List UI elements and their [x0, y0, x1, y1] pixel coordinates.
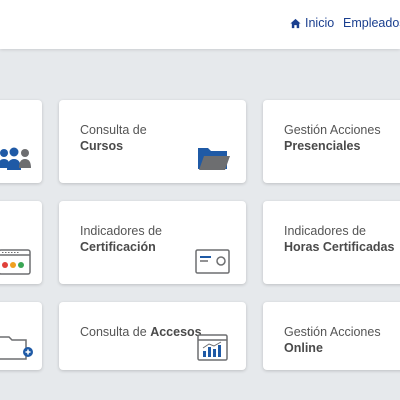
- card-title: Consulta de Cursos: [80, 122, 147, 154]
- card-title-line1: Gestión Acciones: [284, 325, 381, 339]
- card-consulta-accesos[interactable]: Consulta de Accesos: [59, 302, 246, 370]
- card-title-prefix: Consulta de: [80, 325, 151, 339]
- chart-window-icon: [197, 334, 228, 361]
- top-navbar: Inicio Empleados: [0, 0, 400, 49]
- nav-home-link[interactable]: Inicio: [290, 16, 334, 30]
- home-icon: [290, 18, 301, 28]
- card-title: Gestión Acciones Online: [284, 324, 381, 356]
- certificate-icon: [195, 249, 230, 274]
- card-title-line1: Consulta de: [80, 123, 147, 137]
- users-icon: [0, 147, 31, 170]
- card-folder-add-partial[interactable]: [0, 302, 42, 370]
- folder-icon: [198, 148, 230, 170]
- card-title-line2: Certificación: [80, 240, 156, 254]
- nav-employees-link[interactable]: Empleados: [343, 16, 400, 30]
- card-title-line1: Indicadores de: [284, 224, 367, 238]
- card-indicadores-certificacion[interactable]: Indicadores de Certificación: [59, 201, 246, 284]
- card-title-bold: Accesos: [150, 325, 202, 339]
- card-gestion-presenciales[interactable]: Gestión Acciones Presenciales: [263, 100, 400, 183]
- nav-home-label: Inicio: [305, 16, 335, 30]
- card-consulta-cursos[interactable]: Consulta de Cursos: [59, 100, 246, 183]
- card-title-line1: Indicadores de: [80, 224, 163, 238]
- card-title: Indicadores de Certificación: [80, 223, 162, 255]
- card-title: Consulta de Accesos: [80, 324, 202, 340]
- card-title: Gestión Acciones Presenciales: [284, 122, 381, 154]
- card-users-partial[interactable]: [0, 100, 42, 183]
- card-gestion-online[interactable]: Gestión Acciones Online: [263, 302, 400, 370]
- card-title-line2: Presenciales: [284, 139, 361, 153]
- card-title-line2: Online: [284, 341, 323, 355]
- folder-add-icon: [0, 336, 33, 360]
- card-indicadores-horas[interactable]: Indicadores de Horas Certificadas: [263, 201, 400, 284]
- nav-employees-label: Empleados: [343, 16, 400, 30]
- browser-icon: [0, 249, 31, 275]
- card-title-line1: Gestión Acciones: [284, 123, 381, 137]
- card-title-line2: Cursos: [80, 139, 124, 153]
- card-title-line2: Horas Certificadas: [284, 240, 395, 254]
- card-browser-partial[interactable]: [0, 201, 42, 284]
- card-title: Indicadores de Horas Certificadas: [284, 223, 394, 255]
